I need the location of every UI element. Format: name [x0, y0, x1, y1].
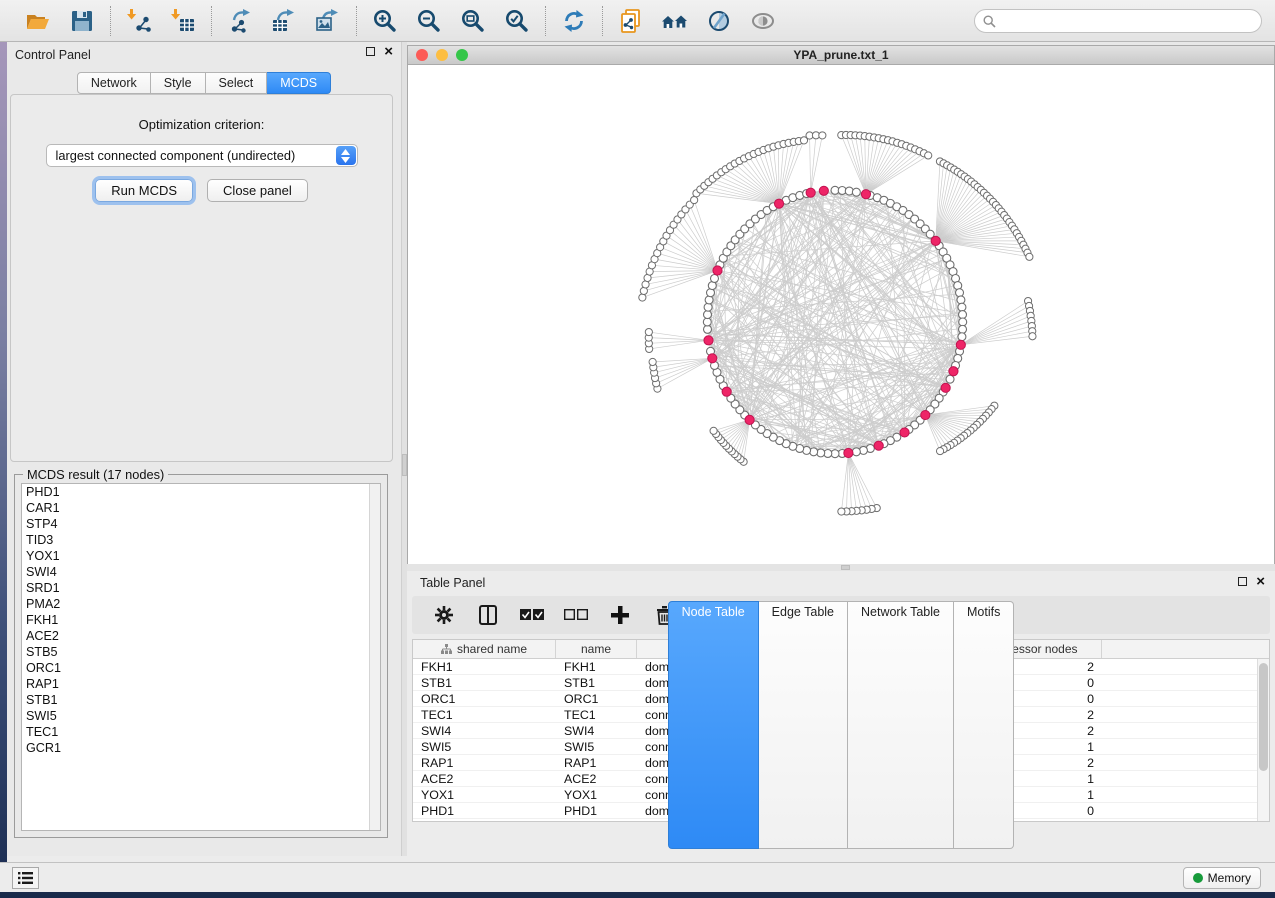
float-panel-icon[interactable] [366, 47, 375, 56]
tab-style[interactable]: Style [151, 72, 206, 94]
close-window-icon[interactable] [416, 49, 428, 61]
optimization-criterion-label: Optimization criterion: [11, 117, 392, 132]
mcds-result-item[interactable]: SWI4 [22, 564, 380, 580]
main-toolbar [0, 0, 1275, 42]
application-window: Control Panel × NetworkStyleSelectMCDS O… [0, 0, 1275, 892]
export-image-icon[interactable] [313, 6, 343, 36]
mcds-result-item[interactable]: YOX1 [22, 548, 380, 564]
close-panel-icon[interactable]: × [1256, 576, 1265, 587]
refresh-icon[interactable] [559, 6, 589, 36]
network-window-titlebar[interactable]: YPA_prune.txt_1 [408, 46, 1274, 65]
mcds-result-item[interactable]: RAP1 [22, 676, 380, 692]
float-panel-icon[interactable] [1238, 577, 1247, 586]
mcds-result-item[interactable]: FKH1 [22, 612, 380, 628]
new-network-from-selection-icon[interactable] [616, 6, 646, 36]
export-table-icon[interactable] [269, 6, 299, 36]
minimize-window-icon[interactable] [436, 49, 448, 61]
dropdown-selected-value: largest connected component (undirected) [56, 148, 296, 163]
mcds-result-group: MCDS result (17 nodes) PHD1CAR1STP4TID3Y… [14, 474, 388, 838]
zoom-in-icon[interactable] [370, 6, 400, 36]
show-graphics-details-icon[interactable] [748, 6, 778, 36]
list-icon [18, 872, 33, 884]
first-neighbors-icon[interactable] [660, 6, 690, 36]
mcds-result-item[interactable]: ORC1 [22, 660, 380, 676]
maximize-window-icon[interactable] [456, 49, 468, 61]
zoom-out-icon[interactable] [414, 6, 444, 36]
mcds-result-item[interactable]: STP4 [22, 516, 380, 532]
close-panel-button[interactable]: Close panel [207, 179, 308, 202]
control-panel-tabs: NetworkStyleSelectMCDS [7, 72, 401, 94]
tab-node-table[interactable]: Node Table [668, 601, 759, 849]
status-bar: Memory [0, 862, 1275, 892]
mcds-result-item[interactable]: TID3 [22, 532, 380, 548]
tab-network[interactable]: Network [77, 72, 151, 94]
import-network-icon[interactable] [124, 6, 154, 36]
mcds-result-title: MCDS result (17 nodes) [23, 467, 168, 482]
mcds-result-item[interactable]: STB5 [22, 644, 380, 660]
mcds-result-item[interactable]: STB1 [22, 692, 380, 708]
optimization-criterion-dropdown[interactable]: largest connected component (undirected) [46, 144, 358, 167]
table-panel-title: Table Panel [420, 576, 485, 590]
mcds-result-item[interactable]: GCR1 [22, 740, 380, 756]
mcds-result-item[interactable]: CAR1 [22, 500, 380, 516]
control-panel-title: Control Panel [15, 48, 91, 62]
tab-select[interactable]: Select [206, 72, 268, 94]
horizontal-splitter[interactable] [407, 564, 1275, 571]
table-panel: Table Panel × [407, 571, 1275, 856]
search-icon [983, 15, 996, 28]
close-panel-icon[interactable]: × [384, 46, 393, 57]
mcds-result-item[interactable]: ACE2 [22, 628, 380, 644]
memory-label: Memory [1208, 871, 1251, 885]
mcds-list-scrollbar[interactable] [369, 484, 380, 830]
zoom-selected-icon[interactable] [502, 6, 532, 36]
splitter-grip[interactable] [402, 454, 407, 476]
mcds-panel-card: Optimization criterion: largest connecte… [10, 94, 393, 462]
network-window-title: YPA_prune.txt_1 [793, 48, 888, 62]
mcds-result-item[interactable]: TEC1 [22, 724, 380, 740]
tab-network-table[interactable]: Network Table [848, 601, 954, 849]
zoom-fit-icon[interactable] [458, 6, 488, 36]
dropdown-stepper-icon [336, 146, 356, 165]
tab-motifs[interactable]: Motifs [954, 601, 1014, 849]
hide-graphics-details-icon[interactable] [704, 6, 734, 36]
tab-mcds[interactable]: MCDS [267, 72, 331, 94]
mcds-result-item[interactable]: PHD1 [22, 484, 380, 500]
table-tabs: Node TableEdge TableNetwork TableMotifs [407, 601, 1275, 849]
network-window: YPA_prune.txt_1 [407, 45, 1275, 564]
import-table-icon[interactable] [168, 6, 198, 36]
open-session-icon[interactable] [23, 6, 53, 36]
mcds-result-item[interactable]: PMA2 [22, 596, 380, 612]
mcds-result-list[interactable]: PHD1CAR1STP4TID3YOX1SWI4SRD1PMA2FKH1ACE2… [21, 483, 381, 831]
mcds-result-item[interactable]: SWI5 [22, 708, 380, 724]
mcds-result-item[interactable]: SRD1 [22, 580, 380, 596]
memory-button[interactable]: Memory [1183, 867, 1261, 889]
control-panel: Control Panel × NetworkStyleSelectMCDS O… [7, 42, 401, 856]
network-canvas[interactable] [408, 65, 1274, 564]
desktop-wallpaper-strip [0, 42, 7, 886]
save-session-icon[interactable] [67, 6, 97, 36]
memory-status-icon [1193, 873, 1203, 883]
search-box[interactable] [974, 9, 1262, 33]
export-network-icon[interactable] [225, 6, 255, 36]
splitter-grip[interactable] [841, 565, 850, 570]
task-history-button[interactable] [12, 867, 39, 889]
run-mcds-button[interactable]: Run MCDS [95, 179, 193, 202]
tab-edge-table[interactable]: Edge Table [759, 601, 848, 849]
search-input[interactable] [1001, 14, 1251, 28]
